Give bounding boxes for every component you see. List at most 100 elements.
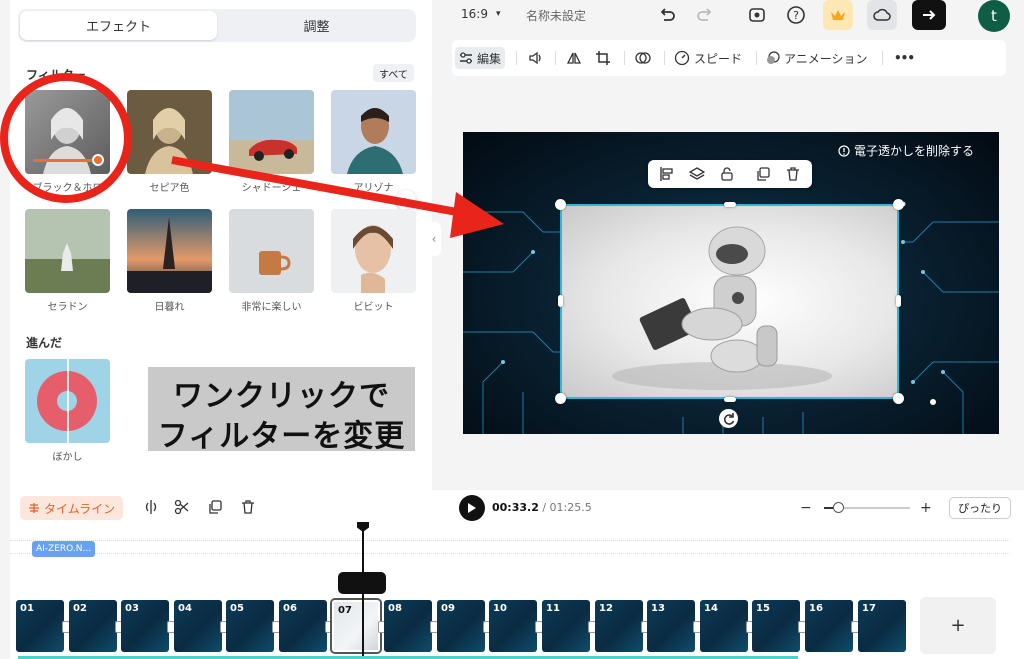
layers-icon[interactable] bbox=[688, 165, 706, 183]
crop-icon[interactable] bbox=[595, 47, 611, 69]
timeline-clip[interactable]: 13 bbox=[647, 600, 695, 652]
tab-effects[interactable]: エフェクト bbox=[20, 11, 217, 40]
effect-thumb-blur[interactable] bbox=[25, 359, 110, 443]
trash-icon[interactable] bbox=[238, 497, 258, 517]
timeline-clip[interactable]: 15 bbox=[752, 600, 800, 652]
filter-thumb-shadow[interactable] bbox=[229, 90, 314, 174]
scissors-icon[interactable] bbox=[172, 497, 192, 517]
panel-tabs: エフェクト 調整 bbox=[18, 9, 416, 42]
timeline-clip[interactable]: 02 bbox=[69, 600, 117, 652]
filter-label: ビビット bbox=[353, 302, 394, 313]
watermark-label: 電子透かしを削除する bbox=[854, 144, 975, 158]
timeline-clip[interactable]: 07 bbox=[332, 600, 380, 652]
mask-icon[interactable] bbox=[635, 47, 651, 69]
tab-adjust[interactable]: 調整 bbox=[219, 11, 414, 40]
resize-handle-top[interactable] bbox=[724, 202, 736, 207]
timeline-clip[interactable]: 01 bbox=[16, 600, 64, 652]
clip-number: 12 bbox=[599, 603, 613, 614]
split-icon[interactable] bbox=[141, 497, 161, 517]
clip-number: 05 bbox=[230, 603, 244, 614]
screen-record-icon[interactable] bbox=[742, 0, 772, 30]
volume-icon[interactable] bbox=[528, 47, 544, 69]
resize-handle-bottom-left[interactable] bbox=[555, 393, 566, 404]
clip-number: 03 bbox=[125, 603, 139, 614]
filter-thumb-sepia[interactable] bbox=[127, 90, 212, 174]
clip-number: 09 bbox=[441, 603, 455, 614]
effect-label: ぼかし bbox=[52, 452, 83, 463]
project-name[interactable]: 名称未設定 bbox=[526, 7, 586, 24]
robot-image bbox=[612, 226, 832, 390]
lock-icon[interactable] bbox=[718, 165, 736, 183]
avatar[interactable]: t bbox=[978, 0, 1010, 32]
rotate-icon[interactable] bbox=[719, 409, 738, 428]
filter-thumb-celadon[interactable] bbox=[25, 209, 110, 293]
remove-watermark-link[interactable]: 電子透かしを削除する bbox=[838, 142, 974, 159]
help-icon[interactable]: ? bbox=[781, 0, 811, 30]
animation-button[interactable]: アニメーション bbox=[766, 47, 868, 69]
aspect-ratio-select[interactable]: 16:9 ▾ bbox=[461, 7, 500, 21]
timeline-button[interactable]: タイムライン bbox=[20, 496, 124, 520]
clip-number: 16 bbox=[809, 603, 823, 614]
resize-handle-bottom[interactable] bbox=[724, 397, 736, 402]
copy-icon[interactable] bbox=[205, 497, 225, 517]
timeline-clip[interactable]: 12 bbox=[595, 600, 643, 652]
timeline-clip[interactable]: 09 bbox=[437, 600, 485, 652]
playhead[interactable] bbox=[362, 528, 364, 659]
timeline-clip[interactable]: 04 bbox=[174, 600, 222, 652]
trash-icon[interactable] bbox=[784, 165, 802, 183]
timeline-clip[interactable]: 17 bbox=[858, 600, 906, 652]
timeline-clip[interactable]: 14 bbox=[700, 600, 748, 652]
eiffel-tower-image bbox=[127, 209, 212, 293]
selected-media[interactable] bbox=[560, 204, 899, 399]
time-display: 00:33.2 / 01:25.5 bbox=[492, 501, 592, 514]
crown-icon[interactable] bbox=[823, 0, 853, 30]
cloud-icon[interactable] bbox=[867, 0, 897, 30]
clip-number: 14 bbox=[704, 603, 718, 614]
sliders-icon bbox=[460, 52, 472, 64]
flip-icon[interactable] bbox=[566, 47, 582, 69]
zoom-slider-knob[interactable] bbox=[833, 502, 844, 513]
animation-label: アニメーション bbox=[784, 51, 868, 66]
filter-thumb-very-fun[interactable] bbox=[229, 209, 314, 293]
clip-number: 08 bbox=[388, 603, 402, 614]
filter-thumb-arizona[interactable] bbox=[331, 90, 416, 174]
play-icon bbox=[468, 503, 476, 513]
timeline-clip[interactable]: 11 bbox=[542, 600, 590, 652]
timeline-clip[interactable]: 16 bbox=[805, 600, 853, 652]
clip-number: 10 bbox=[493, 603, 507, 614]
add-clip-button[interactable]: + bbox=[920, 597, 996, 654]
audio-clip[interactable]: AI-ZERO.N... bbox=[32, 541, 96, 557]
resize-handle-right[interactable] bbox=[896, 295, 901, 307]
annotation-circle bbox=[0, 73, 132, 203]
timeline-clip[interactable]: 10 bbox=[489, 600, 537, 652]
export-button[interactable] bbox=[912, 0, 946, 30]
resize-handle-top-right[interactable] bbox=[893, 199, 904, 210]
play-button[interactable] bbox=[459, 495, 485, 521]
fit-button[interactable]: ぴったり bbox=[949, 497, 1011, 519]
timeline-clip[interactable]: 03 bbox=[121, 600, 169, 652]
resize-handle-left[interactable] bbox=[558, 295, 563, 307]
undo-icon[interactable] bbox=[652, 0, 682, 30]
filter-label: セラドン bbox=[47, 302, 88, 313]
filter-thumb-vivid[interactable] bbox=[331, 209, 416, 293]
timeline-clip[interactable]: 06 bbox=[279, 600, 327, 652]
resize-handle-top-left[interactable] bbox=[555, 199, 566, 210]
total-time: / 01:25.5 bbox=[542, 501, 592, 514]
zoom-out-icon[interactable]: − bbox=[800, 500, 812, 516]
zoom-in-icon[interactable]: + bbox=[920, 500, 932, 516]
speed-button[interactable]: スピード bbox=[674, 47, 742, 69]
chevron-right-icon[interactable]: › bbox=[396, 190, 416, 210]
align-icon[interactable] bbox=[658, 165, 676, 183]
timeline-clip[interactable]: 08 bbox=[384, 600, 432, 652]
filter-thumb-dusk[interactable] bbox=[127, 209, 212, 293]
duplicate-icon[interactable] bbox=[754, 165, 772, 183]
edit-button[interactable]: 編集 bbox=[455, 47, 506, 69]
svg-text:?: ? bbox=[793, 9, 799, 22]
man-portrait-image bbox=[331, 90, 416, 174]
resize-handle-bottom-right[interactable] bbox=[893, 393, 904, 404]
more-options-button[interactable]: ••• bbox=[894, 47, 915, 69]
see-all-button[interactable]: すべて bbox=[373, 64, 414, 82]
collapse-panel-handle[interactable]: ‹ bbox=[427, 222, 441, 256]
timeline-clip[interactable]: 05 bbox=[226, 600, 274, 652]
redo-icon[interactable] bbox=[690, 0, 720, 30]
